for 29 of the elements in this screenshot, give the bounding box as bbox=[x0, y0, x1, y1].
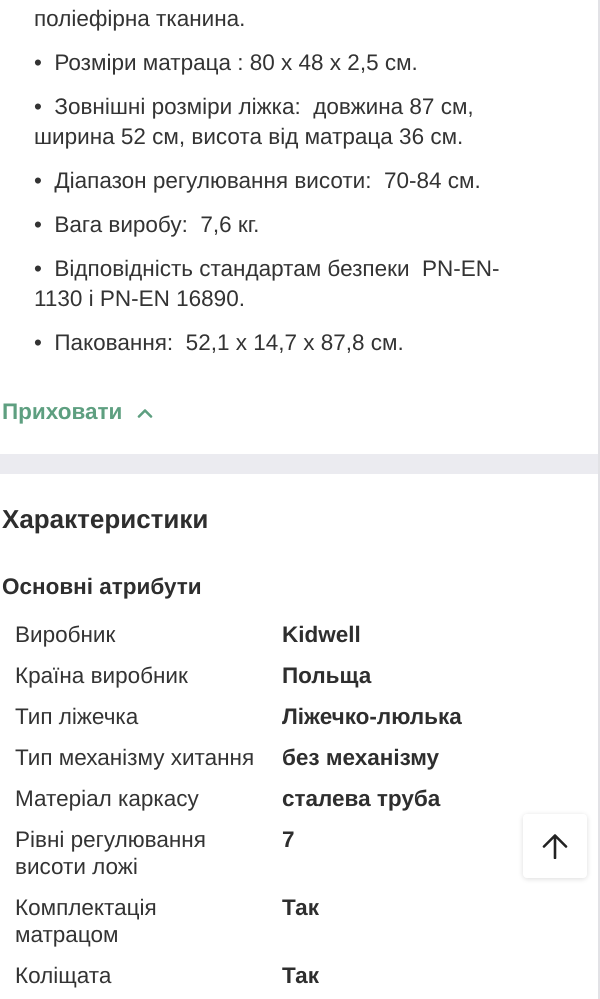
attribute-value: Так bbox=[282, 894, 319, 922]
attribute-value: Так bbox=[282, 962, 319, 989]
bullet-list-item: • Вага виробу: 7,6 кг. bbox=[34, 212, 260, 237]
bullet-list-item: • Відповідність стандартам безпеки PN-EN-1130 і PN-EN 16890. bbox=[34, 256, 500, 311]
attribute-value: сталева труба bbox=[282, 785, 440, 812]
attribute-label: Виробник bbox=[15, 621, 116, 648]
attribute-label: Тип ліжечка bbox=[15, 703, 138, 730]
attribute-value: без механізму bbox=[282, 744, 440, 771]
attribute-label: Комплектація матрацом bbox=[15, 894, 158, 948]
attribute-value: Kidwell bbox=[282, 621, 361, 648]
back-to-top-button[interactable] bbox=[523, 814, 587, 878]
attribute-label: Країна виробник bbox=[15, 662, 188, 689]
bullet-list-item: • Паковання: 52,1 x 14,7 x 87,8 см. bbox=[34, 330, 404, 355]
attribute-value: Польща bbox=[282, 662, 372, 689]
attribute-value: 7 bbox=[282, 826, 295, 854]
chevron-up-icon bbox=[137, 408, 154, 418]
up-arrow-icon bbox=[542, 834, 568, 858]
attribute-value: Ліжечко-люлька bbox=[282, 703, 462, 730]
attribute-label: Матеріал каркасу bbox=[15, 785, 199, 812]
hide-details-link[interactable]: Приховати bbox=[2, 397, 154, 427]
attribute-label: Тип механізму хитання bbox=[15, 744, 254, 771]
description-text: поліефірна тканина. bbox=[34, 5, 246, 33]
bullet-list-item: • Діапазон регулювання висоти: 70-84 см. bbox=[34, 168, 481, 193]
section-title: Характеристики bbox=[2, 504, 210, 534]
bullet-list-item: • Зовнішні розміри ліжка: довжина 87 см, ширина 52 см, висота від матраца 36 см. bbox=[34, 94, 475, 149]
attribute-label: Рівні регулювання висоти ложі bbox=[15, 826, 207, 880]
attribute-label: Коліщата bbox=[15, 962, 112, 989]
group-title: Основні атрибути bbox=[2, 573, 203, 601]
bullet-list-item: • Розміри матраца : 80 х 48 х 2,5 см. bbox=[34, 50, 418, 75]
